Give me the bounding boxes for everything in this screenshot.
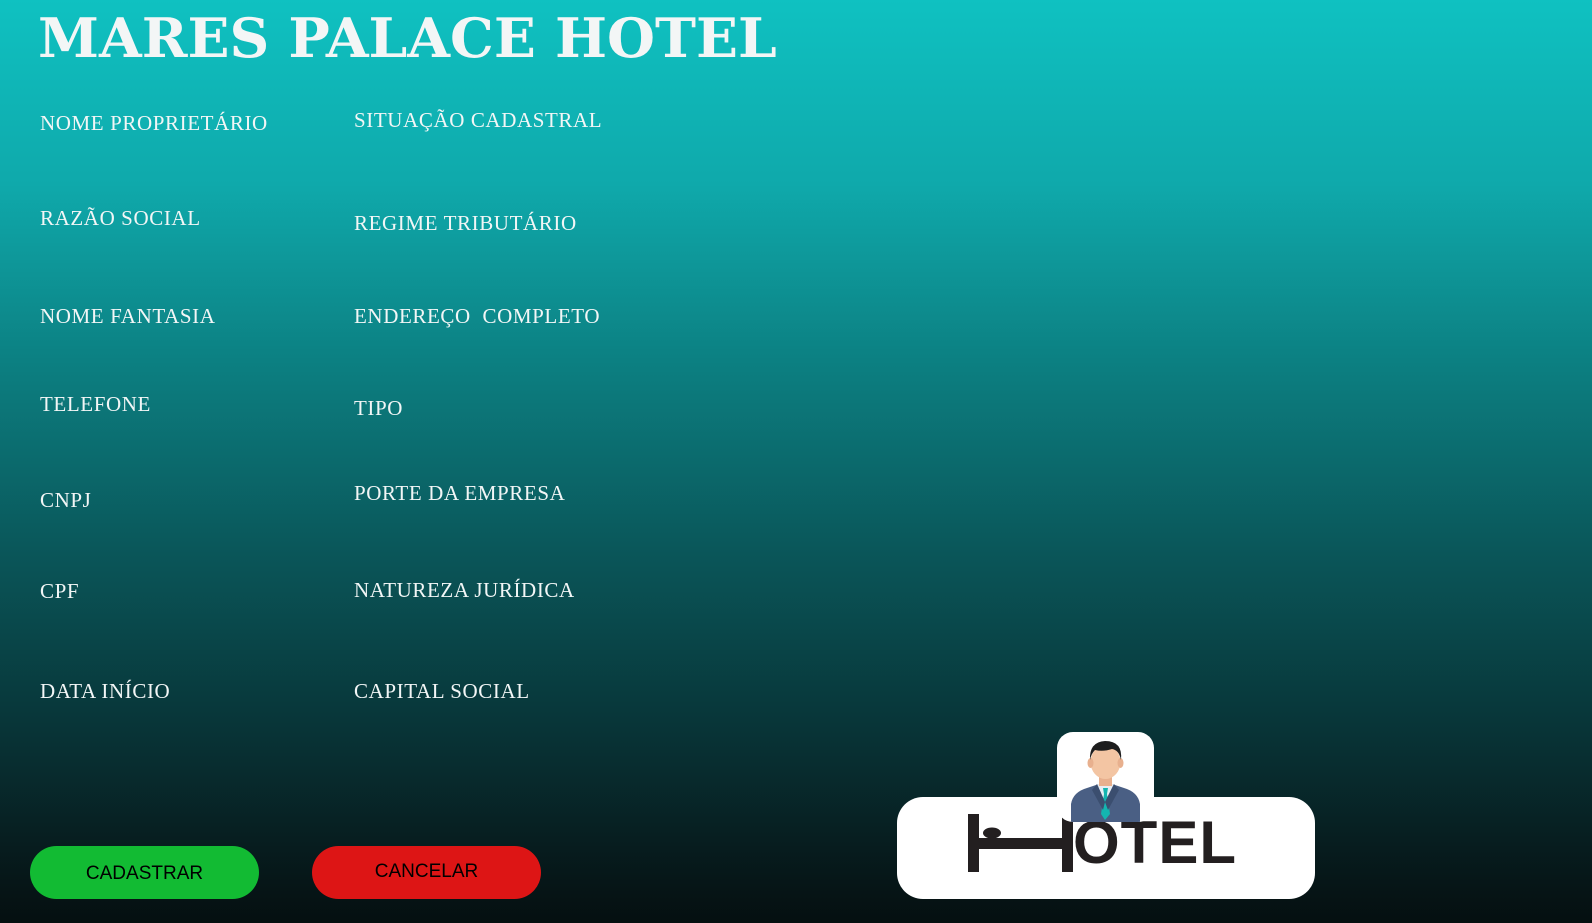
label-cnpj: CNPJ: [40, 488, 92, 512]
label-cpf: CPF: [40, 579, 80, 603]
label-situacao-cadastral: SITUAÇÃO CADASTRAL: [354, 108, 603, 132]
label-porte-empresa: PORTE DA EMPRESA: [354, 481, 566, 505]
bed-icon: [968, 814, 1073, 872]
label-data-inicio: DATA INÍCIO: [40, 679, 171, 703]
label-regime-tributario: REGIME TRIBUTÁRIO: [354, 211, 577, 235]
cancel-button-label: CANCELAR: [374, 860, 479, 882]
label-telefone: TELEFONE: [40, 392, 151, 416]
label-nome-proprietario: NOME PROPRIETÁRIO: [40, 111, 268, 135]
label-razao-social: RAZÃO SOCIAL: [40, 206, 201, 230]
label-nome-fantasia: NOME FANTASIA: [40, 304, 216, 328]
register-button[interactable]: CADASTRAR: [30, 846, 259, 899]
cancel-button[interactable]: CANCELAR: [312, 846, 541, 899]
register-button-label: CADASTRAR: [85, 862, 204, 884]
label-tipo: TIPO: [354, 396, 404, 420]
app-title: MARES PALACE HOTEL: [38, 6, 777, 70]
label-capital-social: CAPITAL SOCIAL: [354, 679, 530, 703]
user-avatar-icon: [1057, 732, 1154, 822]
label-natureza-juridica: NATUREZA JURÍDICA: [354, 578, 575, 602]
label-endereco-completo: ENDEREÇO COMPLETO: [354, 304, 601, 328]
